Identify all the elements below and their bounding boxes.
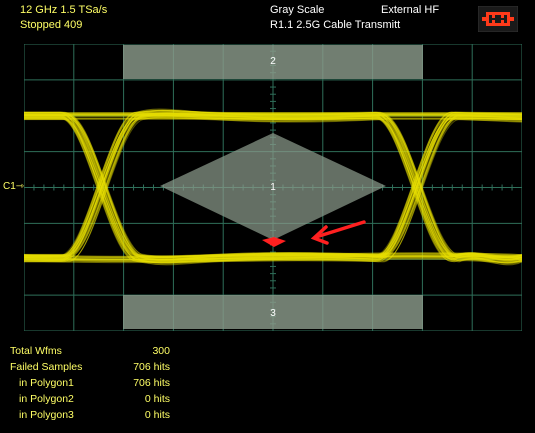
mask-label-3: 3 [270, 308, 276, 319]
mask-name-label: R1.1 2.5G Cable Transmitt [270, 19, 401, 31]
stat-row-failed-samples: Failed Samples 706 hits [10, 359, 170, 375]
acquisition-status: Stopped 409 [20, 19, 83, 31]
stopped-run-control-icon [477, 5, 519, 33]
stat-row-polygon1: in Polygon1 706 hits [10, 375, 170, 391]
stat-value: 706 hits [133, 361, 170, 373]
stat-row-polygon2: in Polygon2 0 hits [10, 391, 170, 407]
stat-label: Total Wfms [10, 345, 62, 357]
mask-label-2: 2 [270, 56, 276, 67]
stat-value: 0 hits [144, 409, 170, 421]
display-mode-label: Gray Scale [270, 4, 325, 16]
acquisition-settings: 12 GHz 1.5 TSa/s [20, 4, 108, 16]
mask-label-1: 1 [270, 182, 276, 193]
stat-label: Failed Samples [10, 361, 83, 373]
channel-1-marker[interactable]: C1⇾ [3, 181, 24, 192]
waveform-display[interactable]: 2 1 3 [24, 44, 522, 331]
stat-label: in Polygon2 [19, 393, 74, 405]
stat-row-total-wfms: Total Wfms 300 [10, 343, 170, 359]
run-stop-button[interactable] [477, 5, 519, 33]
stat-label: in Polygon3 [19, 409, 74, 421]
stat-value: 300 [152, 345, 170, 357]
stat-value: 706 hits [133, 377, 170, 389]
mask-test-statistics: Total Wfms 300 Failed Samples 706 hits in … [10, 343, 170, 423]
trigger-source-label: External HF [381, 4, 440, 16]
channel-1-label: C1 [3, 181, 16, 192]
stat-label: in Polygon1 [19, 377, 74, 389]
stat-row-polygon3: in Polygon3 0 hits [10, 407, 170, 423]
stat-value: 0 hits [144, 393, 170, 405]
